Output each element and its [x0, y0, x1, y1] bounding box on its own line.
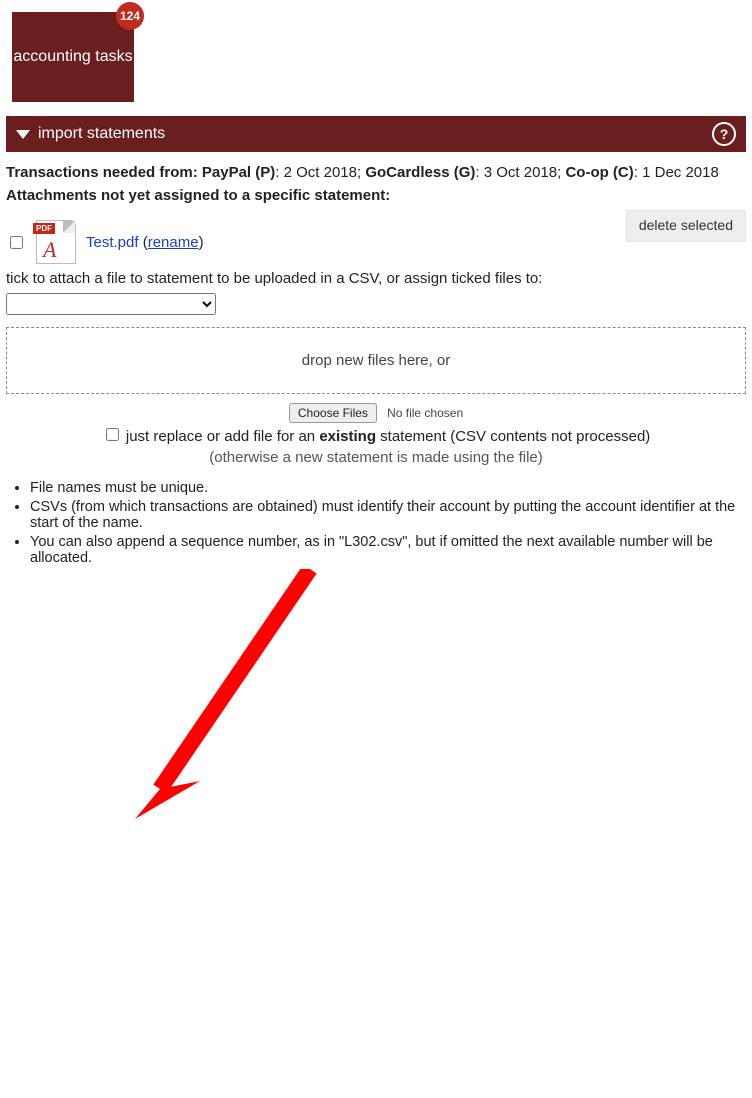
file-dropzone[interactable]: drop new files here, or — [6, 327, 746, 394]
attachment-checkbox[interactable] — [10, 236, 23, 249]
no-file-chosen-text: No file chosen — [387, 406, 463, 420]
replace-opt-bold: existing — [319, 428, 376, 445]
annotation-arrow-icon — [0, 569, 752, 1098]
transactions-needed-line: Transactions needed from: PayPal (P): 2 … — [6, 164, 746, 181]
replace-opt-post: statement (CSV contents not processed) — [376, 428, 650, 445]
replace-opt-pre: just replace or add file for an — [126, 428, 319, 445]
accounting-tasks-tile[interactable]: accounting tasks 124 — [12, 12, 134, 102]
needed-gocardless-date: 3 Oct 2018 — [484, 164, 557, 181]
needed-coop-label: Co-op (C) — [565, 164, 633, 181]
list-item: CSVs (from which transactions are obtain… — [30, 499, 752, 531]
pdf-file-icon: PDF A — [36, 220, 76, 264]
pdf-glyph-icon: A — [43, 241, 56, 259]
replace-option-row: just replace or add file for an existing… — [0, 425, 752, 445]
needed-coop-date: 1 Dec 2018 — [642, 164, 719, 181]
attachment-rename-link[interactable]: rename — [148, 234, 199, 251]
replace-option-sub: (otherwise a new statement is made using… — [0, 449, 752, 466]
attachment-row: PDF A Test.pdf (rename) delete selected — [6, 210, 746, 264]
list-item: You can also append a sequence number, a… — [30, 534, 752, 566]
needed-paypal-date: 2 Oct 2018 — [284, 164, 357, 181]
choose-files-button[interactable]: Choose Files — [289, 403, 377, 423]
needed-prefix: Transactions needed from: — [6, 164, 198, 181]
help-icon[interactable]: ? — [712, 122, 736, 146]
accounting-tasks-label: accounting tasks — [13, 47, 132, 66]
pdf-tag: PDF — [33, 223, 55, 234]
panel-body: Transactions needed from: PayPal (P): 2 … — [0, 152, 752, 315]
notes-list: File names must be unique. CSVs (from wh… — [30, 480, 752, 566]
assign-instruction: tick to attach a file to statement to be… — [6, 270, 542, 287]
attachment-filename-link[interactable]: Test.pdf — [86, 234, 139, 251]
unassigned-heading: Attachments not yet assigned to a specif… — [6, 187, 746, 204]
tasks-count-badge: 124 — [116, 2, 144, 30]
delete-selected-button[interactable]: delete selected — [626, 210, 746, 242]
panel-title: import statements — [38, 125, 165, 143]
import-statements-header[interactable]: import statements ? — [6, 116, 746, 152]
collapse-triangle-icon — [16, 130, 30, 139]
list-item: File names must be unique. — [30, 480, 752, 496]
needed-gocardless-label: GoCardless (G) — [365, 164, 475, 181]
needed-paypal-label: PayPal (P) — [202, 164, 275, 181]
assign-to-select[interactable] — [6, 293, 216, 315]
replace-existing-checkbox[interactable] — [106, 428, 119, 441]
